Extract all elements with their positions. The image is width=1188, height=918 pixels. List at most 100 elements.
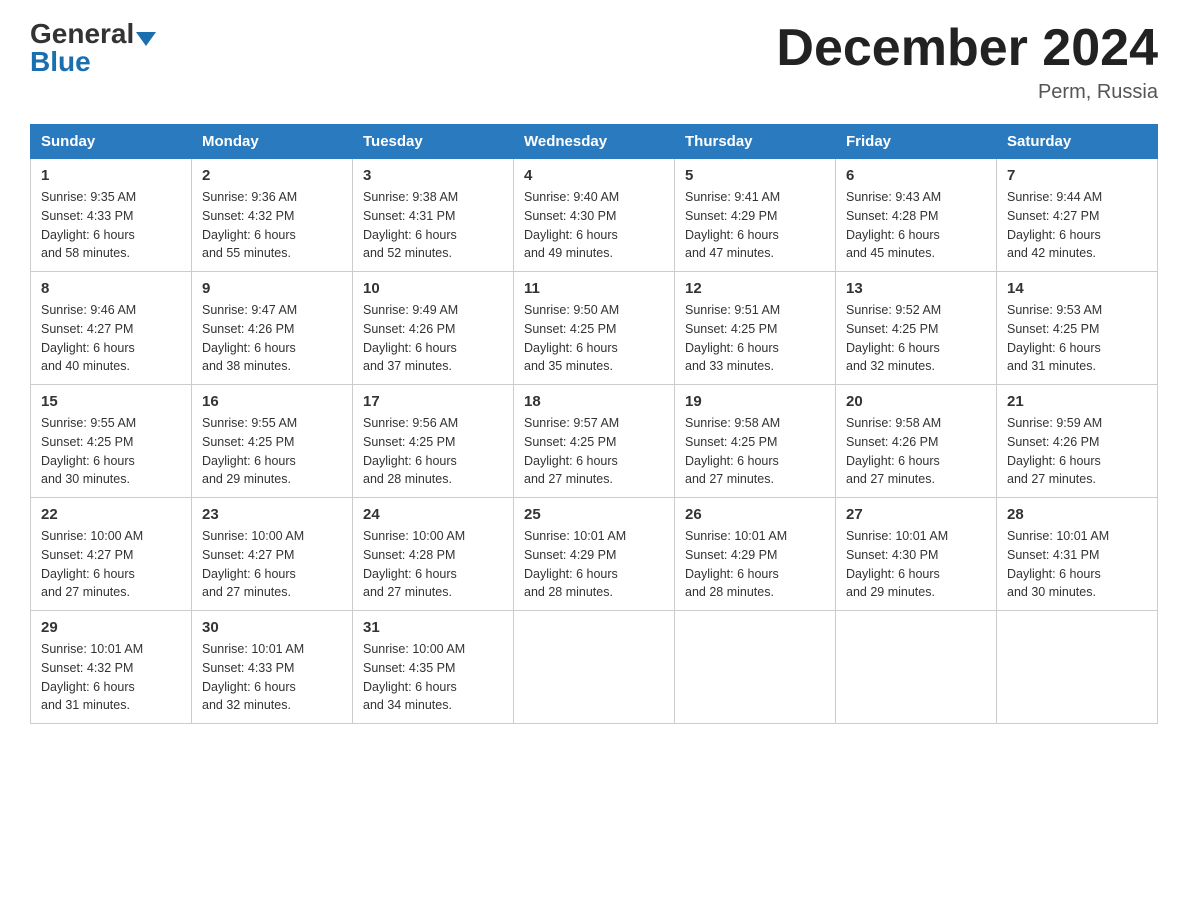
calendar-cell: 4 Sunrise: 9:40 AM Sunset: 4:30 PM Dayli… <box>514 159 675 272</box>
logo-triangle-icon <box>136 32 156 46</box>
day-number: 4 <box>524 167 664 184</box>
calendar-cell <box>514 611 675 724</box>
day-info: Sunrise: 9:47 AM Sunset: 4:26 PM Dayligh… <box>202 301 342 376</box>
day-number: 18 <box>524 393 664 410</box>
calendar-cell: 19 Sunrise: 9:58 AM Sunset: 4:25 PM Dayl… <box>675 385 836 498</box>
day-info: Sunrise: 10:01 AM Sunset: 4:31 PM Daylig… <box>1007 527 1147 602</box>
day-info: Sunrise: 10:00 AM Sunset: 4:27 PM Daylig… <box>41 527 181 602</box>
header-tuesday: Tuesday <box>353 125 514 159</box>
weekday-header-row: Sunday Monday Tuesday Wednesday Thursday… <box>31 125 1158 159</box>
calendar-cell <box>836 611 997 724</box>
day-number: 17 <box>363 393 503 410</box>
calendar-cell: 6 Sunrise: 9:43 AM Sunset: 4:28 PM Dayli… <box>836 159 997 272</box>
day-info: Sunrise: 9:58 AM Sunset: 4:25 PM Dayligh… <box>685 414 825 489</box>
day-info: Sunrise: 9:40 AM Sunset: 4:30 PM Dayligh… <box>524 188 664 263</box>
calendar-cell: 9 Sunrise: 9:47 AM Sunset: 4:26 PM Dayli… <box>192 272 353 385</box>
day-info: Sunrise: 9:38 AM Sunset: 4:31 PM Dayligh… <box>363 188 503 263</box>
day-number: 7 <box>1007 167 1147 184</box>
day-number: 24 <box>363 506 503 523</box>
day-number: 2 <box>202 167 342 184</box>
logo: General Blue <box>30 20 156 76</box>
month-title: December 2024 <box>776 20 1158 77</box>
day-number: 26 <box>685 506 825 523</box>
calendar-cell: 27 Sunrise: 10:01 AM Sunset: 4:30 PM Day… <box>836 498 997 611</box>
calendar-table: Sunday Monday Tuesday Wednesday Thursday… <box>30 124 1158 724</box>
day-info: Sunrise: 10:01 AM Sunset: 4:29 PM Daylig… <box>524 527 664 602</box>
day-info: Sunrise: 9:58 AM Sunset: 4:26 PM Dayligh… <box>846 414 986 489</box>
day-info: Sunrise: 10:01 AM Sunset: 4:29 PM Daylig… <box>685 527 825 602</box>
calendar-cell: 25 Sunrise: 10:01 AM Sunset: 4:29 PM Day… <box>514 498 675 611</box>
header-thursday: Thursday <box>675 125 836 159</box>
logo-blue-text: Blue <box>30 46 91 77</box>
day-number: 12 <box>685 280 825 297</box>
calendar-cell: 15 Sunrise: 9:55 AM Sunset: 4:25 PM Dayl… <box>31 385 192 498</box>
day-number: 29 <box>41 619 181 636</box>
day-info: Sunrise: 9:49 AM Sunset: 4:26 PM Dayligh… <box>363 301 503 376</box>
calendar-cell: 16 Sunrise: 9:55 AM Sunset: 4:25 PM Dayl… <box>192 385 353 498</box>
calendar-cell: 10 Sunrise: 9:49 AM Sunset: 4:26 PM Dayl… <box>353 272 514 385</box>
header-friday: Friday <box>836 125 997 159</box>
calendar-cell <box>997 611 1158 724</box>
calendar-cell: 2 Sunrise: 9:36 AM Sunset: 4:32 PM Dayli… <box>192 159 353 272</box>
day-number: 30 <box>202 619 342 636</box>
day-number: 11 <box>524 280 664 297</box>
calendar-cell: 23 Sunrise: 10:00 AM Sunset: 4:27 PM Day… <box>192 498 353 611</box>
calendar-cell: 5 Sunrise: 9:41 AM Sunset: 4:29 PM Dayli… <box>675 159 836 272</box>
location-label: Perm, Russia <box>776 81 1158 104</box>
day-info: Sunrise: 9:36 AM Sunset: 4:32 PM Dayligh… <box>202 188 342 263</box>
day-info: Sunrise: 9:55 AM Sunset: 4:25 PM Dayligh… <box>41 414 181 489</box>
day-info: Sunrise: 9:35 AM Sunset: 4:33 PM Dayligh… <box>41 188 181 263</box>
day-number: 16 <box>202 393 342 410</box>
calendar-cell: 20 Sunrise: 9:58 AM Sunset: 4:26 PM Dayl… <box>836 385 997 498</box>
day-info: Sunrise: 10:00 AM Sunset: 4:27 PM Daylig… <box>202 527 342 602</box>
header-sunday: Sunday <box>31 125 192 159</box>
day-number: 3 <box>363 167 503 184</box>
day-number: 5 <box>685 167 825 184</box>
header-wednesday: Wednesday <box>514 125 675 159</box>
day-number: 10 <box>363 280 503 297</box>
calendar-cell: 29 Sunrise: 10:01 AM Sunset: 4:32 PM Day… <box>31 611 192 724</box>
calendar-cell: 13 Sunrise: 9:52 AM Sunset: 4:25 PM Dayl… <box>836 272 997 385</box>
day-number: 19 <box>685 393 825 410</box>
calendar-week-4: 22 Sunrise: 10:00 AM Sunset: 4:27 PM Day… <box>31 498 1158 611</box>
logo-general-line: General <box>30 20 156 48</box>
day-info: Sunrise: 9:46 AM Sunset: 4:27 PM Dayligh… <box>41 301 181 376</box>
day-number: 6 <box>846 167 986 184</box>
day-info: Sunrise: 10:01 AM Sunset: 4:32 PM Daylig… <box>41 640 181 715</box>
calendar-cell: 26 Sunrise: 10:01 AM Sunset: 4:29 PM Day… <box>675 498 836 611</box>
day-number: 9 <box>202 280 342 297</box>
calendar-cell: 12 Sunrise: 9:51 AM Sunset: 4:25 PM Dayl… <box>675 272 836 385</box>
calendar-cell: 8 Sunrise: 9:46 AM Sunset: 4:27 PM Dayli… <box>31 272 192 385</box>
day-info: Sunrise: 9:52 AM Sunset: 4:25 PM Dayligh… <box>846 301 986 376</box>
calendar-cell: 14 Sunrise: 9:53 AM Sunset: 4:25 PM Dayl… <box>997 272 1158 385</box>
day-info: Sunrise: 9:51 AM Sunset: 4:25 PM Dayligh… <box>685 301 825 376</box>
calendar-cell: 1 Sunrise: 9:35 AM Sunset: 4:33 PM Dayli… <box>31 159 192 272</box>
day-number: 20 <box>846 393 986 410</box>
day-info: Sunrise: 9:59 AM Sunset: 4:26 PM Dayligh… <box>1007 414 1147 489</box>
day-info: Sunrise: 9:41 AM Sunset: 4:29 PM Dayligh… <box>685 188 825 263</box>
day-info: Sunrise: 9:53 AM Sunset: 4:25 PM Dayligh… <box>1007 301 1147 376</box>
header-monday: Monday <box>192 125 353 159</box>
day-number: 14 <box>1007 280 1147 297</box>
header-saturday: Saturday <box>997 125 1158 159</box>
calendar-cell: 21 Sunrise: 9:59 AM Sunset: 4:26 PM Dayl… <box>997 385 1158 498</box>
calendar-week-3: 15 Sunrise: 9:55 AM Sunset: 4:25 PM Dayl… <box>31 385 1158 498</box>
day-number: 28 <box>1007 506 1147 523</box>
day-number: 21 <box>1007 393 1147 410</box>
day-info: Sunrise: 9:44 AM Sunset: 4:27 PM Dayligh… <box>1007 188 1147 263</box>
calendar-cell: 30 Sunrise: 10:01 AM Sunset: 4:33 PM Day… <box>192 611 353 724</box>
calendar-cell: 11 Sunrise: 9:50 AM Sunset: 4:25 PM Dayl… <box>514 272 675 385</box>
calendar-cell: 22 Sunrise: 10:00 AM Sunset: 4:27 PM Day… <box>31 498 192 611</box>
calendar-cell: 31 Sunrise: 10:00 AM Sunset: 4:35 PM Day… <box>353 611 514 724</box>
day-info: Sunrise: 10:00 AM Sunset: 4:35 PM Daylig… <box>363 640 503 715</box>
calendar-cell: 28 Sunrise: 10:01 AM Sunset: 4:31 PM Day… <box>997 498 1158 611</box>
calendar-cell: 24 Sunrise: 10:00 AM Sunset: 4:28 PM Day… <box>353 498 514 611</box>
calendar-week-1: 1 Sunrise: 9:35 AM Sunset: 4:33 PM Dayli… <box>31 159 1158 272</box>
logo-general-text: General <box>30 18 134 49</box>
day-number: 8 <box>41 280 181 297</box>
calendar-cell: 3 Sunrise: 9:38 AM Sunset: 4:31 PM Dayli… <box>353 159 514 272</box>
page-header: General Blue December 2024 Perm, Russia <box>30 20 1158 104</box>
day-number: 1 <box>41 167 181 184</box>
day-number: 13 <box>846 280 986 297</box>
calendar-cell: 7 Sunrise: 9:44 AM Sunset: 4:27 PM Dayli… <box>997 159 1158 272</box>
